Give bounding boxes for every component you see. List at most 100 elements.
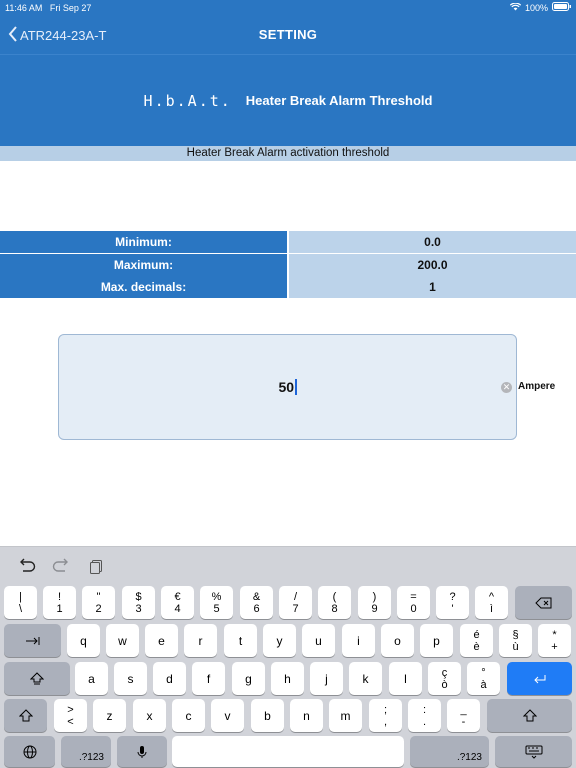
letter-key[interactable]: a: [75, 662, 108, 695]
letter-key[interactable]: t: [224, 624, 257, 657]
letter-key[interactable]: q: [67, 624, 100, 657]
return-key[interactable]: [507, 662, 572, 695]
number-row-key[interactable]: $3: [122, 586, 155, 619]
key-char: u: [315, 633, 322, 648]
numbers-key-left[interactable]: .?123: [61, 736, 111, 767]
number-row-key[interactable]: = 0: [397, 586, 430, 619]
backspace-key[interactable]: [515, 586, 572, 619]
number-row-key[interactable]: ? ': [436, 586, 469, 619]
microphone-icon: [137, 745, 147, 758]
letter-key[interactable]: d: [153, 662, 186, 695]
key-char: <: [67, 715, 74, 728]
letter-key[interactable]: p: [420, 624, 453, 657]
key-char: ç: [441, 666, 448, 679]
letter-key[interactable]: çò: [428, 662, 461, 695]
redo-icon[interactable]: [52, 558, 70, 579]
caps-lock-key[interactable]: [4, 662, 70, 695]
key-char: 5: [213, 602, 220, 615]
limit-label: Minimum:: [0, 231, 287, 253]
letter-key[interactable]: n: [290, 699, 323, 732]
number-row-key[interactable]: ) 9: [358, 586, 391, 619]
clear-icon[interactable]: ✕: [501, 382, 512, 393]
letter-key[interactable]: e: [145, 624, 178, 657]
key-char: d: [166, 671, 173, 686]
wifi-icon: [509, 0, 522, 16]
numbers-key-label: .?123: [456, 752, 482, 763]
tab-key[interactable]: [4, 624, 61, 657]
letter-key[interactable]: éè: [460, 624, 493, 657]
space-key[interactable]: [172, 736, 404, 767]
status-time: 11:46 AM Fri Sep 27: [5, 3, 92, 13]
undo-icon[interactable]: [18, 558, 36, 579]
letter-key[interactable]: b: [251, 699, 284, 732]
letter-key[interactable]: z: [93, 699, 126, 732]
number-row-key[interactable]: & 6: [240, 586, 273, 619]
key-char: g: [245, 671, 252, 686]
key-char: ì: [489, 602, 494, 615]
key-char: *: [552, 628, 557, 641]
key-char: 3: [135, 602, 142, 615]
keyboard: [0, 546, 576, 768]
letter-key[interactable]: ° à: [467, 662, 500, 695]
key-char: >: [67, 703, 74, 716]
limit-label: Max. decimals:: [0, 276, 287, 298]
navigation-bar: ATR244-23A-T SETTING: [0, 16, 576, 54]
number-row-key[interactable]: " 2: [82, 586, 115, 619]
return-icon: [533, 674, 545, 683]
number-row-key[interactable]: | \: [4, 586, 37, 619]
letter-key[interactable]: m: [329, 699, 362, 732]
letter-key[interactable]: y: [263, 624, 296, 657]
key-char: +: [551, 640, 558, 653]
key-char: w: [118, 633, 127, 648]
number-row-key[interactable]: ^ ì: [475, 586, 508, 619]
shift-key-right[interactable]: [487, 699, 572, 732]
key-char: (: [332, 590, 337, 603]
number-row-key[interactable]: ! 1: [43, 586, 76, 619]
letter-key[interactable]: l: [389, 662, 422, 695]
letter-key[interactable]: :.: [408, 699, 441, 732]
letter-key[interactable]: w: [106, 624, 139, 657]
key-char: 1: [56, 602, 63, 615]
letter-key[interactable]: § ù: [499, 624, 532, 657]
letter-key[interactable]: c: [172, 699, 205, 732]
key-char: 7: [292, 602, 299, 615]
letter-key[interactable]: g: [232, 662, 265, 695]
globe-key[interactable]: [4, 736, 55, 767]
letter-key[interactable]: o: [381, 624, 414, 657]
key-char: q: [80, 633, 87, 648]
limit-row-decimals: Max. decimals: 1: [0, 276, 576, 298]
letter-key[interactable]: h: [271, 662, 304, 695]
key-char: f: [206, 671, 211, 686]
letter-key[interactable]: i: [342, 624, 375, 657]
letter-key[interactable]: _ -: [447, 699, 480, 732]
key-char: !: [57, 590, 62, 603]
letter-key[interactable]: ;,: [369, 699, 402, 732]
key-char: c: [185, 708, 192, 723]
letter-key[interactable]: x: [133, 699, 166, 732]
key-char: ?: [449, 590, 456, 603]
letter-key[interactable]: v: [211, 699, 244, 732]
number-row-key[interactable]: % 5: [200, 586, 233, 619]
value-input-text: 50: [278, 379, 295, 395]
number-row-key[interactable]: €4: [161, 586, 194, 619]
paste-icon[interactable]: [88, 558, 104, 579]
numbers-key-right[interactable]: .?123: [410, 736, 489, 767]
letter-key[interactable]: k: [349, 662, 382, 695]
letter-key[interactable]: * +: [538, 624, 571, 657]
letter-key[interactable]: j: [310, 662, 343, 695]
caps-lock-icon: [30, 671, 44, 684]
letter-key[interactable]: u: [302, 624, 335, 657]
dictation-key[interactable]: [117, 736, 167, 767]
letter-key[interactable]: > <: [54, 699, 87, 732]
value-input[interactable]: 50: [58, 334, 517, 440]
letter-key[interactable]: r: [184, 624, 217, 657]
letter-key[interactable]: f: [192, 662, 225, 695]
shift-key-left[interactable]: [4, 699, 47, 732]
key-char: y: [276, 633, 283, 648]
letter-key[interactable]: s: [114, 662, 147, 695]
key-char: §: [512, 628, 519, 641]
number-row-key[interactable]: /7: [279, 586, 312, 619]
key-char: é: [473, 628, 480, 641]
hide-keyboard-key[interactable]: [495, 736, 572, 767]
number-row-key[interactable]: (8: [318, 586, 351, 619]
